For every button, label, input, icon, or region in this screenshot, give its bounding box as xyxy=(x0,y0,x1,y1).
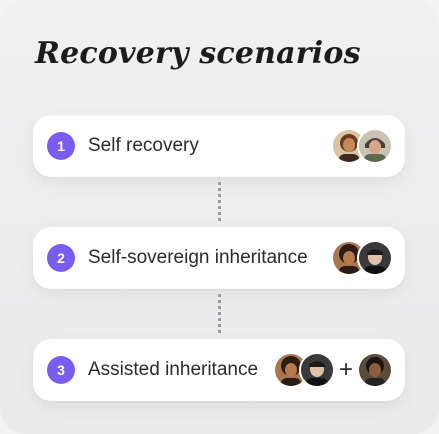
scenario-label: Self recovery xyxy=(88,135,199,156)
avatar-group xyxy=(331,128,393,164)
scenario-label: Self-sovereign inheritance xyxy=(88,247,308,268)
recovery-scenarios-panel: Recovery scenarios 1 Self recovery 2 Sel… xyxy=(0,0,439,434)
scenario-card-assisted-inheritance[interactable]: 3 Assisted inheritance + xyxy=(33,339,405,401)
avatar xyxy=(357,128,393,164)
step-number-badge: 3 xyxy=(47,356,75,384)
plus-sign: + xyxy=(338,356,353,383)
avatar xyxy=(357,352,393,388)
dotted-connector xyxy=(218,182,221,222)
scenario-label: Assisted inheritance xyxy=(88,359,259,380)
scenario-card-self-sovereign-inheritance[interactable]: 2 Self-sovereign inheritance xyxy=(33,227,405,289)
avatar xyxy=(298,352,335,388)
avatar-group: + xyxy=(272,352,393,388)
dotted-connector xyxy=(218,294,221,334)
step-number-badge: 1 xyxy=(47,132,75,160)
avatar xyxy=(357,240,393,276)
page-title: Recovery scenarios xyxy=(35,36,361,71)
avatar-group xyxy=(331,240,393,276)
scenario-card-self-recovery[interactable]: 1 Self recovery xyxy=(33,115,405,177)
step-number-badge: 2 xyxy=(47,244,75,272)
